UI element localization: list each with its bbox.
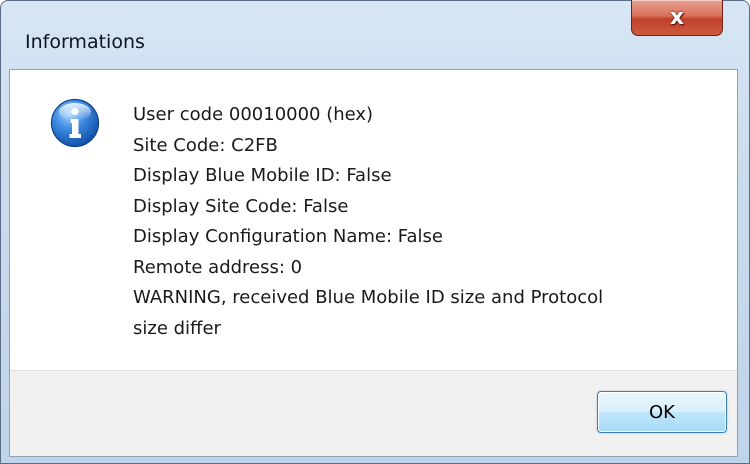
message-text: User code 00010000 (hex) Site Code: C2FB… [133, 100, 713, 344]
message-line: Display Blue Mobile ID: False [133, 165, 392, 186]
message-line: Display Site Code: False [133, 195, 349, 217]
close-icon: x [669, 4, 685, 30]
message-line: size differ [133, 317, 221, 339]
message-line: Site Code: C2FB [133, 134, 278, 156]
message-line: User code 00010000 (hex) [133, 104, 374, 125]
title-bar[interactable]: Informations x [1, 0, 749, 69]
ok-button[interactable]: OK [597, 391, 727, 433]
dialog-window: Informations x User code 00010000 (hex) … [0, 0, 750, 464]
message-area: User code 00010000 (hex) Site Code: C2FB… [10, 70, 737, 370]
close-button[interactable]: x [631, 0, 723, 36]
dialog-client-area: User code 00010000 (hex) Site Code: C2FB… [9, 69, 738, 457]
message-line: WARNING, received Blue Mobile ID size an… [133, 287, 604, 308]
message-line: Display Configuration Name: False [133, 226, 443, 247]
window-title: Informations [25, 31, 145, 53]
information-icon [50, 98, 100, 148]
message-line: Remote address: 0 [133, 256, 303, 278]
button-bar: OK [10, 370, 737, 456]
